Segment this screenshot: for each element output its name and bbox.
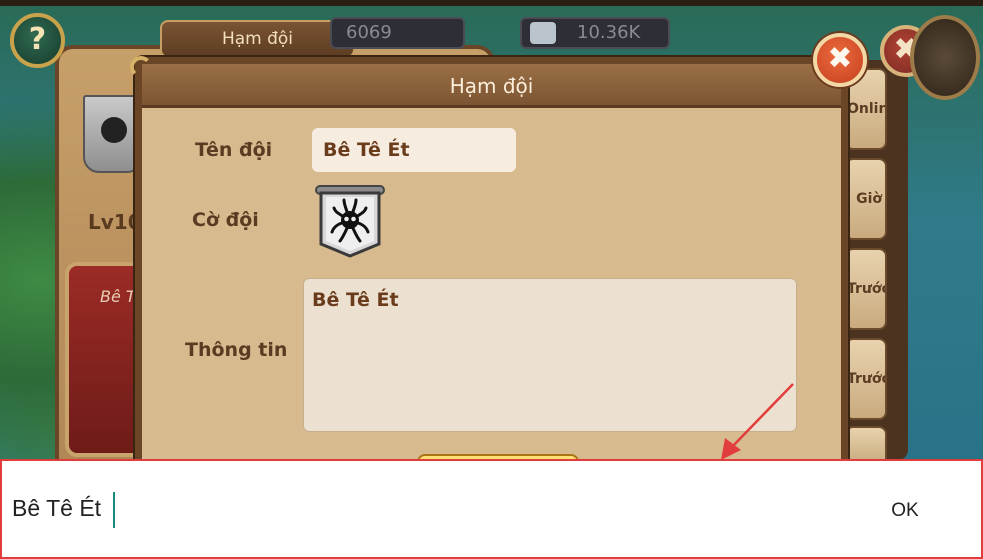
- background-stat-counter: 6069: [330, 17, 465, 49]
- team-flag-icon[interactable]: [314, 184, 386, 259]
- background-fleet-tab[interactable]: Hạm đội: [160, 20, 355, 58]
- skull-icon: [101, 117, 127, 143]
- background-flag-icon: [83, 95, 143, 173]
- status-strip: [0, 0, 983, 6]
- keyboard-text-input[interactable]: Bê Tê Ét: [12, 495, 101, 522]
- background-level-label: Lv10: [88, 210, 142, 234]
- team-flag-label: Cờ đội: [192, 209, 259, 231]
- resource-icon: [530, 22, 556, 44]
- help-button[interactable]: ?: [10, 13, 65, 68]
- team-info-label: Thông tin: [185, 339, 288, 361]
- side-tab-previous-1[interactable]: Trước: [845, 248, 887, 330]
- map-medallion-icon[interactable]: [910, 15, 980, 100]
- team-name-label: Tên đội: [195, 139, 273, 161]
- text-cursor: [113, 492, 115, 528]
- side-tab-previous-2[interactable]: Trước: [845, 338, 887, 420]
- dialog-close-button[interactable]: ✖: [813, 33, 867, 87]
- team-name-input[interactable]: Bê Tê Ét: [312, 128, 516, 172]
- keyboard-input-bar: Bê Tê Ét OK: [0, 459, 983, 559]
- background-member-card-label: Bê T: [100, 287, 136, 306]
- ok-button[interactable]: OK: [872, 491, 938, 531]
- dialog-title: Hạm đội: [142, 64, 841, 108]
- annotation-arrow-icon: [721, 383, 794, 460]
- resource-value: 10.36K: [577, 22, 641, 43]
- background-stat-resource: 10.36K: [520, 17, 670, 49]
- side-tab-time[interactable]: Giờ: [845, 158, 887, 240]
- question-icon: ?: [28, 22, 47, 57]
- close-icon: ✖: [827, 41, 853, 76]
